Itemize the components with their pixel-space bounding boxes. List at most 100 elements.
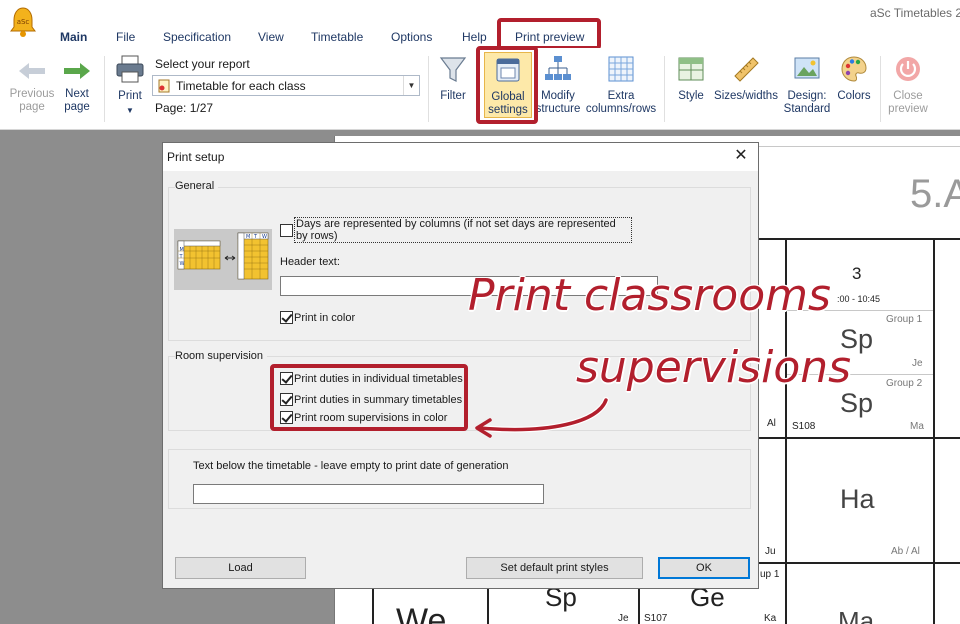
- cell-room: S108: [792, 421, 816, 432]
- arrow-left-icon: [19, 63, 45, 79]
- menu-file[interactable]: File: [116, 30, 135, 44]
- page-indicator: Page: 1/27: [155, 101, 214, 115]
- room-supervision-group-title: Room supervision: [175, 350, 268, 362]
- close-preview-label: Close preview: [888, 90, 928, 115]
- cell-room: S107: [644, 613, 668, 624]
- design-picture-icon: [794, 57, 820, 79]
- menu-specification[interactable]: Specification: [163, 30, 231, 44]
- select-report-label: Select your report: [155, 57, 250, 71]
- extra-columns-rows-label: Extra columns/rows: [585, 90, 657, 115]
- load-button[interactable]: Load: [175, 557, 306, 579]
- filter-funnel-icon: [439, 57, 467, 82]
- print-in-color-label: Print in color: [294, 312, 356, 324]
- dialog-titlebar: Print setup ✕: [163, 143, 758, 171]
- style-table-icon: [678, 57, 704, 81]
- cell-subject: Ha: [840, 484, 875, 514]
- print-dropdown-arrow-icon: ▼: [126, 106, 134, 115]
- day-letter: W: [262, 234, 267, 240]
- period-number: 3: [852, 264, 862, 283]
- colors-label: Colors: [837, 90, 871, 102]
- annotation-line-2: supervisions: [576, 342, 852, 393]
- printer-icon: [116, 55, 144, 83]
- cell-teacher: Je: [618, 613, 629, 624]
- app-title: aSc Timetables 20: [870, 6, 960, 20]
- text-below-input[interactable]: [193, 484, 544, 504]
- text-below-label: Text below the timetable - leave empty t…: [193, 460, 509, 472]
- previous-page-button[interactable]: Previous page: [8, 60, 56, 114]
- ribbon-separator: [664, 56, 665, 122]
- selected-report-text: Timetable for each class: [176, 79, 306, 93]
- chevron-down-icon[interactable]: ▼: [403, 76, 419, 95]
- design-label: Design: Standard: [783, 90, 831, 115]
- modify-structure-button[interactable]: Modify structure: [535, 54, 581, 116]
- print-button[interactable]: Print ▼: [110, 54, 150, 117]
- svg-text:aSc: aSc: [17, 18, 30, 26]
- menu-bar: aSc Main File Specification View Timetab…: [0, 0, 960, 48]
- report-icon: [158, 79, 170, 93]
- design-button[interactable]: Design: Standard: [782, 54, 832, 116]
- previous-page-label: Previous page: [9, 88, 55, 113]
- cell-group-label: Group 2: [886, 378, 923, 389]
- filter-label: Filter: [440, 90, 466, 102]
- sizes-widths-button[interactable]: Sizes/widths: [712, 54, 780, 103]
- ribbon-separator: [880, 56, 881, 122]
- ok-button[interactable]: OK: [658, 557, 750, 579]
- cell-subject: Ma: [838, 606, 875, 624]
- cell-subject: We: [396, 602, 447, 624]
- filter-button[interactable]: Filter: [434, 54, 472, 103]
- arrow-right-icon: [64, 63, 90, 79]
- menu-timetable[interactable]: Timetable: [311, 30, 363, 44]
- days-columns-label: Days are represented by columns (if not …: [294, 217, 632, 243]
- structure-tree-icon: [545, 56, 571, 80]
- next-page-button[interactable]: Next page: [58, 60, 96, 114]
- timetable-grid-line: [933, 238, 935, 624]
- day-letter: M: [180, 247, 184, 253]
- days-orientation-preview-icon: M T W M T W: [174, 229, 272, 290]
- next-page-label: Next page: [64, 88, 90, 113]
- highlight-global-settings: [476, 46, 538, 124]
- extra-columns-rows-button[interactable]: Extra columns/rows: [584, 54, 658, 116]
- print-in-color-checkbox[interactable]: [280, 311, 293, 324]
- cell-teacher: Ab / Al: [891, 546, 920, 557]
- report-select[interactable]: Timetable for each class ▼: [152, 75, 420, 96]
- colors-button[interactable]: Colors: [834, 54, 874, 103]
- modify-structure-label: Modify structure: [535, 90, 581, 115]
- close-icon[interactable]: ✕: [732, 147, 750, 165]
- menu-view[interactable]: View: [258, 30, 284, 44]
- ribbon-separator: [104, 56, 105, 122]
- cell-group-label: up 1: [760, 569, 780, 580]
- cell-teacher: Ju: [765, 546, 776, 557]
- cell-teacher: Je: [912, 358, 923, 369]
- palette-icon: [841, 56, 867, 82]
- print-label: Print: [118, 90, 142, 102]
- general-group-title: General: [175, 180, 219, 192]
- menu-help[interactable]: Help: [462, 30, 487, 44]
- header-text-label: Header text:: [280, 256, 340, 268]
- grid-table-icon: [608, 56, 634, 82]
- timetable-class-name: 5.A: [910, 172, 960, 216]
- day-letter: M: [246, 234, 250, 240]
- set-default-print-styles-button[interactable]: Set default print styles: [466, 557, 643, 579]
- timetable-grid-line: [757, 238, 960, 240]
- menu-options[interactable]: Options: [391, 30, 432, 44]
- menu-main[interactable]: Main: [60, 30, 87, 44]
- sizes-widths-label: Sizes/widths: [714, 90, 778, 102]
- dialog-title: Print setup: [167, 150, 225, 164]
- days-columns-checkbox[interactable]: [280, 224, 293, 237]
- timetable-grid-line: [757, 437, 960, 439]
- highlight-room-supervision-options: [270, 364, 468, 431]
- ribbon-separator: [428, 56, 429, 122]
- ruler-icon: [734, 57, 759, 82]
- cell-teacher: Ma: [910, 421, 924, 432]
- cell-group-label: Group 1: [886, 314, 923, 325]
- period-time: :00 - 10:45: [837, 294, 881, 304]
- close-preview-button[interactable]: Close preview: [886, 54, 930, 116]
- style-button[interactable]: Style: [672, 54, 710, 103]
- cell-teacher: Ka: [764, 613, 777, 624]
- style-label: Style: [678, 90, 704, 102]
- power-icon: [896, 57, 920, 81]
- asc-bell-logo-icon: aSc: [10, 7, 36, 37]
- day-letter: W: [180, 261, 185, 267]
- cell-teacher: Al: [767, 418, 776, 429]
- annotation-arrow-icon: [475, 397, 609, 438]
